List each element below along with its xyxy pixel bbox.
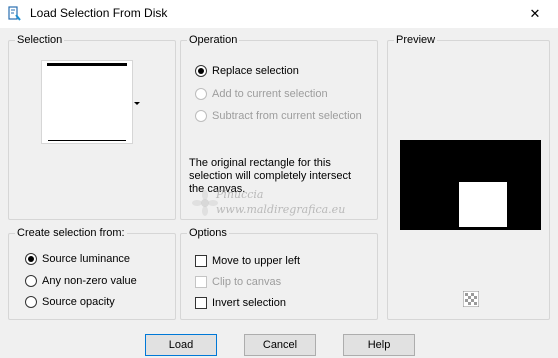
- info-line: the canvas.: [189, 183, 246, 195]
- info-line: The original rectangle for this: [189, 157, 331, 169]
- checkbox-invert-selection[interactable]: Invert selection: [195, 295, 286, 311]
- radio-label: Source luminance: [42, 253, 131, 265]
- close-button[interactable]: ✕: [512, 0, 558, 28]
- checkbox-label: Move to upper left: [212, 255, 301, 267]
- close-icon: ✕: [529, 6, 541, 21]
- radio-any-non-zero[interactable]: Any non-zero value: [25, 273, 137, 289]
- radio-source-opacity[interactable]: Source opacity: [25, 294, 115, 310]
- radio-subtract-from-selection[interactable]: Subtract from current selection: [195, 108, 362, 124]
- radio-source-luminance[interactable]: Source luminance: [25, 251, 130, 267]
- checkbox[interactable]: [195, 297, 207, 309]
- create-selection-group: Create selection from: Source luminance …: [8, 226, 176, 320]
- radio-label: Any non-zero value: [42, 275, 137, 287]
- radio-label: Subtract from current selection: [212, 110, 362, 122]
- checkbox-clip-to-canvas[interactable]: Clip to canvas: [195, 274, 281, 290]
- operation-info-text: The original rectangle for this selectio…: [189, 157, 351, 196]
- selection-group-label: Selection: [15, 33, 65, 47]
- transparency-checker-icon[interactable]: [462, 290, 480, 310]
- radio-add-to-selection[interactable]: Add to current selection: [195, 86, 328, 102]
- selection-thumbnail[interactable]: [41, 60, 133, 144]
- window-title: Load Selection From Disk: [30, 6, 168, 20]
- radio-button[interactable]: [195, 110, 207, 122]
- checkbox-label: Clip to canvas: [212, 276, 282, 288]
- title-bar: Load Selection From Disk ✕: [0, 0, 558, 28]
- thumbnail-dropdown-arrow-icon[interactable]: [134, 97, 140, 109]
- radio-replace-selection[interactable]: Replace selection: [195, 63, 299, 79]
- options-group-label: Options: [187, 226, 229, 240]
- radio-button[interactable]: [25, 296, 37, 308]
- preview-group: Preview: [387, 33, 550, 320]
- radio-label: Add to current selection: [212, 88, 328, 100]
- checkbox-move-to-upper-left[interactable]: Move to upper left: [195, 253, 300, 269]
- operation-group-label: Operation: [187, 33, 240, 47]
- radio-button[interactable]: [195, 65, 207, 77]
- preview-selection-rect: [459, 182, 507, 227]
- thumbnail-top-edge: [47, 63, 127, 66]
- radio-button[interactable]: [25, 253, 37, 265]
- options-group: Options Move to upper left Clip to canva…: [180, 226, 378, 320]
- checkbox[interactable]: [195, 255, 207, 267]
- radio-button[interactable]: [195, 88, 207, 100]
- cancel-button[interactable]: Cancel: [244, 334, 316, 356]
- create-selection-group-label: Create selection from:: [15, 226, 127, 240]
- selection-group: Selection: [8, 33, 176, 220]
- thumbnail-bottom-edge: [48, 140, 126, 141]
- load-button[interactable]: Load: [145, 334, 217, 356]
- radio-button[interactable]: [25, 275, 37, 287]
- checkbox[interactable]: [195, 276, 207, 288]
- help-button[interactable]: Help: [343, 334, 415, 356]
- radio-label: Source opacity: [42, 296, 115, 308]
- paintshop-app-icon: [8, 6, 22, 22]
- checkbox-label: Invert selection: [212, 297, 286, 309]
- preview-group-label: Preview: [394, 33, 438, 47]
- info-line: selection will completely intersect: [189, 170, 352, 182]
- preview-canvas: [400, 140, 541, 230]
- operation-group: Operation Replace selection Add to curre…: [180, 33, 378, 220]
- radio-label: Replace selection: [212, 65, 299, 77]
